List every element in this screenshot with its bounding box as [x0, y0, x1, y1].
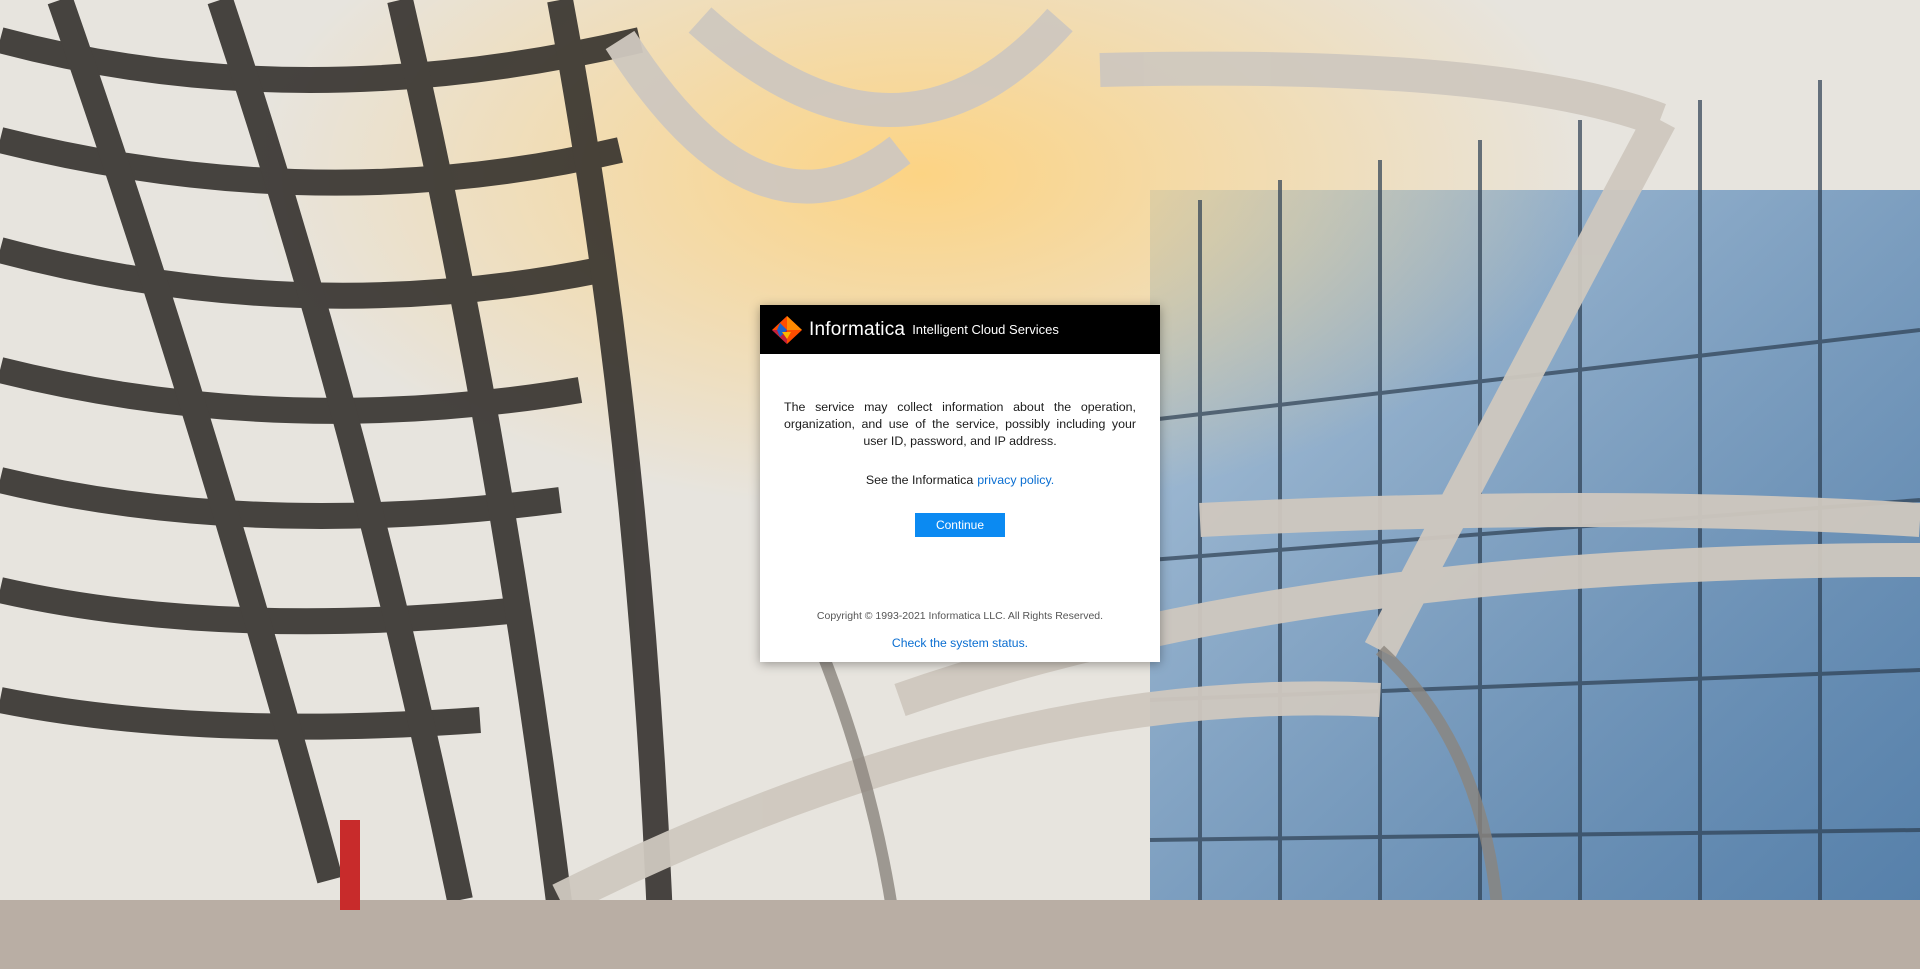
informatica-logo-icon: [771, 315, 803, 345]
system-status-link[interactable]: Check the system status.: [892, 636, 1028, 650]
dialog-header: Informatica Intelligent Cloud Services: [760, 305, 1160, 354]
brand-name: Informatica: [809, 318, 906, 340]
privacy-policy-line: See the Informatica privacy policy.: [784, 473, 1136, 487]
privacy-notice-text: The service may collect information abou…: [784, 400, 1136, 448]
continue-button[interactable]: Continue: [915, 513, 1005, 537]
copyright-text: Copyright © 1993-2021 Informatica LLC. A…: [816, 610, 1104, 622]
dialog-footer: Copyright © 1993-2021 Informatica LLC. A…: [760, 610, 1160, 652]
dialog-body: The service may collect information abou…: [760, 399, 1160, 537]
privacy-policy-link[interactable]: privacy policy.: [977, 473, 1054, 487]
product-name: Intelligent Cloud Services: [912, 322, 1059, 337]
privacy-policy-prefix: See the Informatica: [865, 473, 974, 487]
consent-dialog: Informatica Intelligent Cloud Services T…: [760, 305, 1160, 662]
